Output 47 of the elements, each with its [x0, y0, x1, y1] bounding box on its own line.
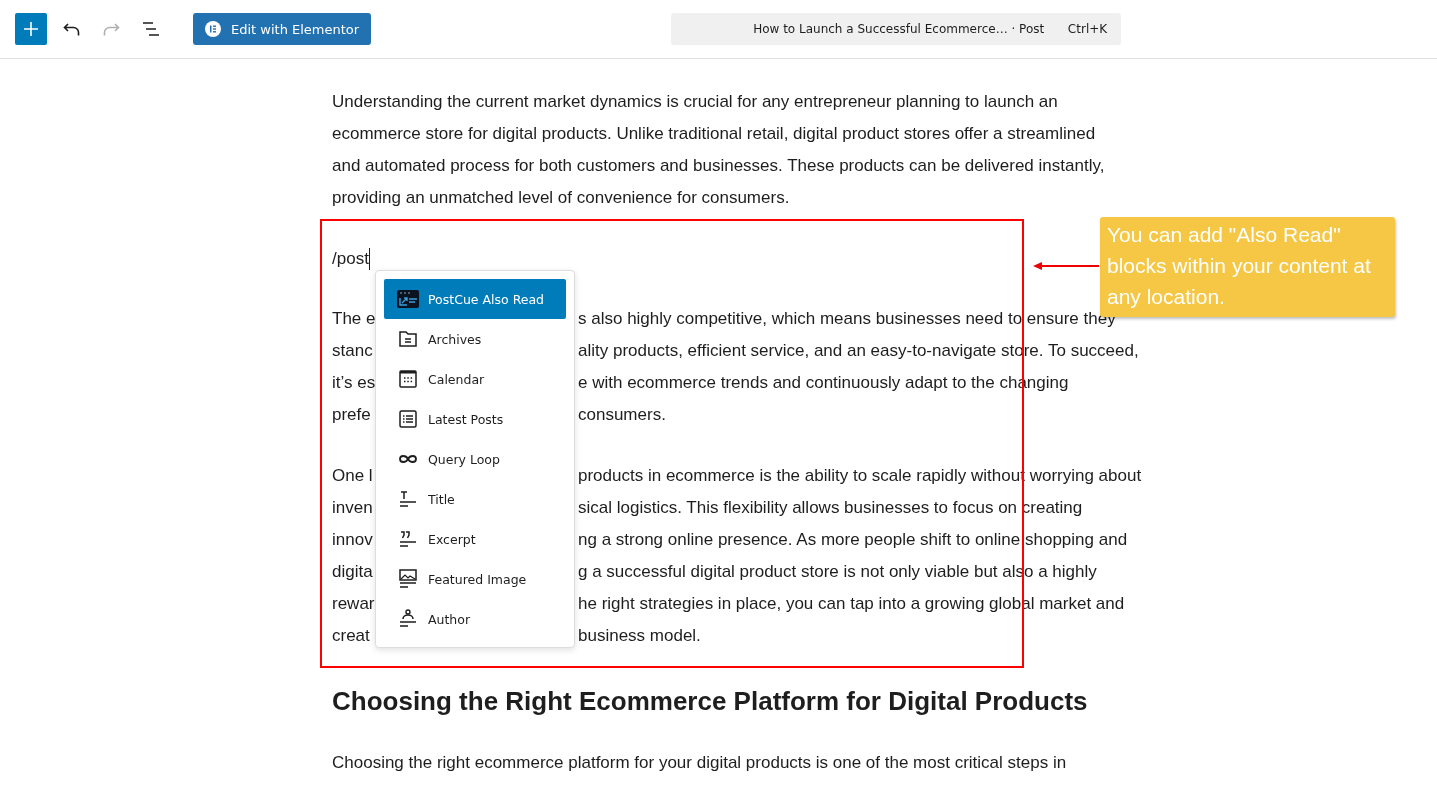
menu-item[interactable]: Archives: [384, 319, 566, 359]
paragraph-text: sical logistics. This flexibility allows businesses to focus on creating: [578, 497, 1083, 519]
paragraph-text: ng a strong online presence. As more people shift to online shopping and: [578, 529, 1128, 551]
paragraph-text: business model.: [578, 625, 701, 647]
paragraph-text: stanc: [332, 341, 373, 360]
redo-icon: [102, 21, 120, 37]
paragraph-text: The e: [332, 309, 376, 328]
paragraph-text: creat: [332, 626, 370, 645]
plus-button[interactable]: [15, 13, 47, 45]
paragraph-text: prefe: [332, 405, 371, 424]
text-cursor: [368, 248, 370, 270]
undo-icon: [62, 21, 80, 37]
window-icon: [396, 287, 420, 311]
paragraph-text: Choosing the right ecommerce platform for your digital products is one of the most critical steps in: [332, 752, 1067, 774]
edit-with-elementor-button[interactable]: Edit with Elementor: [193, 13, 372, 45]
paragraph-text: innov: [332, 530, 373, 549]
menu-item[interactable]: Featured Image: [384, 559, 566, 599]
document-title: How to Launch a Successful Ecommerce… · Post: [753, 22, 1045, 36]
paragraph-text: ecommerce store for digital products. Unlike traditional retail, digital product stores offer a streamlined: [332, 123, 1096, 145]
list-view-icon: [143, 22, 159, 36]
list-icon: [396, 407, 420, 431]
paragraph-text: inven: [332, 498, 373, 517]
paragraph-text: consumers.: [578, 404, 666, 426]
plus-icon: [23, 21, 39, 37]
menu-item[interactable]: Query Loop: [384, 439, 566, 479]
command-bar[interactable]: How to Launch a Successful Ecommerce… · Post Ctrl+K: [671, 13, 1122, 45]
image-icon: [396, 567, 420, 591]
paragraph-text: digita: [332, 562, 373, 581]
arrow-icon: [1033, 261, 1099, 271]
section-heading: Choosing the Right Ecommerce Platform for Digital Products: [332, 685, 1089, 718]
calendar-icon: [396, 367, 420, 391]
paragraph-text: and automated process for both customers and businesses. These products can be delivered instantly,: [332, 155, 1105, 177]
paragraph-text: Understanding the current market dynamics is crucial for any entrepreneur planning to launch an: [332, 91, 1058, 113]
paragraph-text: providing an unmatched level of convenience for consumers.: [332, 187, 790, 209]
elementor-logo-icon: [205, 21, 221, 37]
keyboard-shortcut: Ctrl+K: [1067, 22, 1108, 36]
menu-item[interactable]: Excerpt: [384, 519, 566, 559]
menu-item[interactable]: Calendar: [384, 359, 566, 399]
menu-item[interactable]: Title: [384, 479, 566, 519]
paragraph-text: it’s es: [332, 373, 376, 392]
paragraph-text: One l: [332, 466, 373, 485]
menu-item[interactable]: Author: [384, 599, 566, 639]
callout-note: You can add "Also Read" blocks within your content at any location.: [1100, 217, 1395, 317]
slash-command-text: /post: [332, 248, 369, 270]
menu-item[interactable]: PostCue Also Read: [384, 279, 566, 319]
paragraph-text: rewar: [332, 594, 375, 613]
menu-item[interactable]: Latest Posts: [384, 399, 566, 439]
